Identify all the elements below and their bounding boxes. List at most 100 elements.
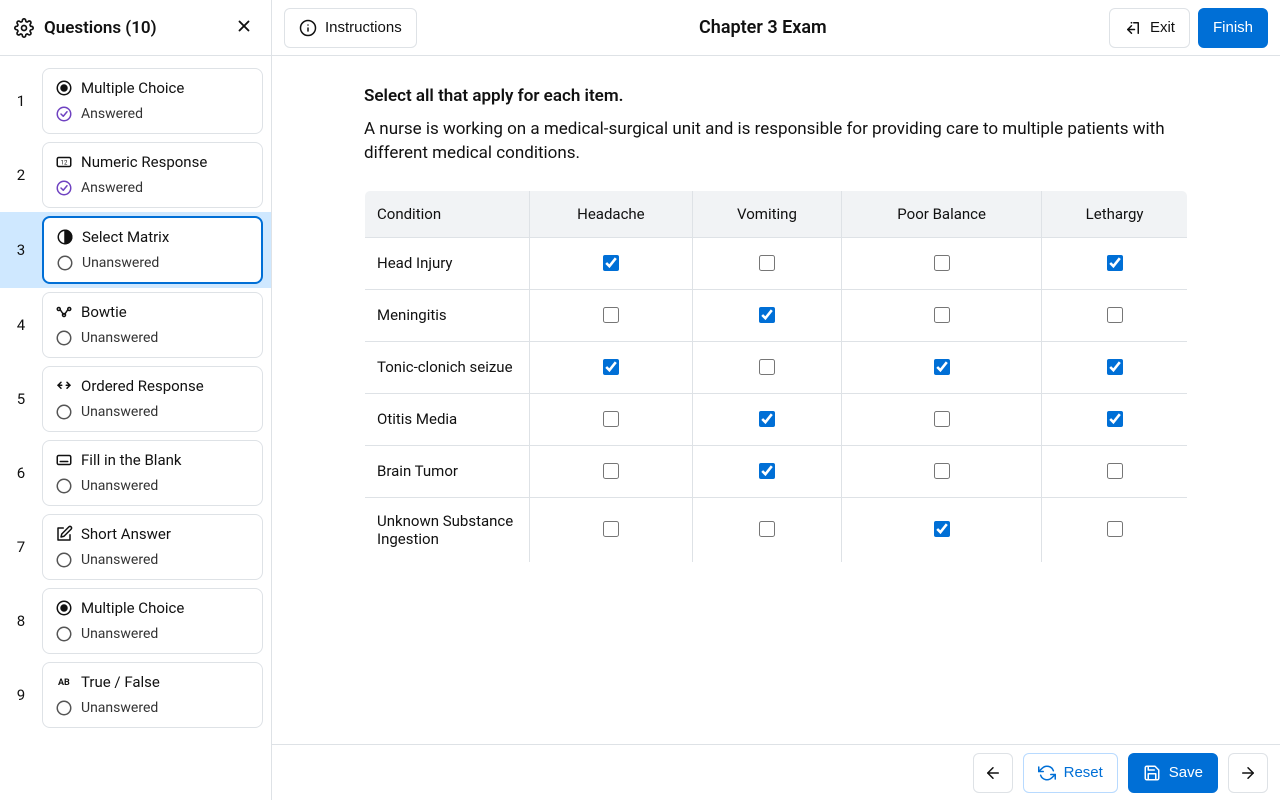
arrow-right-icon — [1239, 764, 1257, 782]
page-title: Chapter 3 Exam — [425, 17, 1101, 38]
matrix-cell — [842, 289, 1042, 341]
matrix-corner-header: Condition — [365, 190, 530, 237]
question-status: Unanswered — [81, 700, 158, 716]
matrix-table: ConditionHeadacheVomitingPoor BalanceLet… — [364, 190, 1188, 563]
matrix-cell — [1042, 393, 1188, 445]
question-status: Unanswered — [81, 478, 158, 494]
matrix-checkbox[interactable] — [1107, 463, 1123, 479]
question-number: 1 — [0, 92, 42, 110]
matrix-cell — [1042, 341, 1188, 393]
matrix-checkbox[interactable] — [603, 411, 619, 427]
matrix-checkbox[interactable] — [603, 521, 619, 537]
matrix-checkbox[interactable] — [934, 307, 950, 323]
matrix-cell — [692, 497, 841, 562]
question-card-6[interactable]: Fill in the Blank Unanswered — [42, 440, 263, 506]
matrix-checkbox[interactable] — [759, 255, 775, 271]
matrix-cell — [692, 289, 841, 341]
ordered-icon — [55, 377, 73, 395]
matrix-cell — [842, 393, 1042, 445]
exit-button[interactable]: Exit — [1109, 8, 1190, 48]
question-card-8[interactable]: Multiple ChoiceUnanswered — [42, 588, 263, 654]
question-type: Bowtie — [81, 303, 127, 321]
matrix-checkbox[interactable] — [1107, 307, 1123, 323]
matrix-checkbox[interactable] — [759, 307, 775, 323]
matrix-column-header: Vomiting — [692, 190, 841, 237]
matrix-cell — [692, 393, 841, 445]
content: Select all that apply for each item. A n… — [272, 56, 1280, 744]
matrix-row-label: Unknown Substance Ingestion — [365, 497, 530, 562]
matrix-checkbox[interactable] — [934, 359, 950, 375]
question-card-7[interactable]: Short AnswerUnanswered — [42, 514, 263, 580]
matrix-checkbox[interactable] — [1107, 411, 1123, 427]
question-row-6: 6Fill in the BlankUnanswered — [0, 436, 271, 510]
topbar: Instructions Chapter 3 Exam Exit Finish — [272, 0, 1280, 56]
prev-button[interactable] — [973, 753, 1013, 793]
answered-icon — [55, 179, 73, 197]
question-number: 3 — [0, 241, 42, 259]
matrix-cell — [530, 445, 693, 497]
matrix-checkbox[interactable] — [759, 463, 775, 479]
short-icon — [55, 525, 73, 543]
matrix-column-header: Poor Balance — [842, 190, 1042, 237]
question-row-4: 4BowtieUnanswered — [0, 288, 271, 362]
question-type: Short Answer — [81, 525, 171, 543]
matrix-checkbox[interactable] — [759, 359, 775, 375]
question-type: Ordered Response — [81, 377, 204, 395]
info-icon — [299, 19, 317, 37]
instructions-button[interactable]: Instructions — [284, 8, 417, 48]
question-card-5[interactable]: Ordered ResponseUnanswered — [42, 366, 263, 432]
matrix-cell — [842, 497, 1042, 562]
bowtie-icon — [55, 303, 73, 321]
matrix-checkbox[interactable] — [759, 521, 775, 537]
question-card-1[interactable]: Multiple ChoiceAnswered — [42, 68, 263, 134]
question-card-2[interactable]: 12Numeric ResponseAnswered — [42, 142, 263, 208]
matrix-checkbox[interactable] — [603, 359, 619, 375]
save-button[interactable]: Save — [1128, 753, 1218, 793]
save-label: Save — [1169, 764, 1203, 781]
matrix-checkbox[interactable] — [934, 255, 950, 271]
question-card-4[interactable]: BowtieUnanswered — [42, 292, 263, 358]
matrix-cell — [530, 237, 693, 289]
question-type: Numeric Response — [81, 153, 207, 171]
unanswered-icon — [55, 551, 73, 569]
numeric-icon: 12 — [55, 153, 73, 171]
close-icon[interactable] — [231, 13, 257, 43]
exit-label: Exit — [1150, 19, 1175, 36]
matrix-checkbox[interactable] — [759, 411, 775, 427]
unanswered-icon — [55, 625, 73, 643]
reset-button[interactable]: Reset — [1023, 753, 1118, 793]
unanswered-icon — [56, 254, 74, 272]
svg-text:AB: AB — [58, 678, 70, 688]
matrix-cell — [842, 237, 1042, 289]
matrix-checkbox[interactable] — [1107, 359, 1123, 375]
next-button[interactable] — [1228, 753, 1268, 793]
radio-icon — [55, 599, 73, 617]
question-number: 5 — [0, 390, 42, 408]
matrix-checkbox[interactable] — [934, 411, 950, 427]
matrix-checkbox[interactable] — [1107, 255, 1123, 271]
table-row: Otitis Media — [365, 393, 1188, 445]
question-type: Select Matrix — [82, 228, 169, 246]
matrix-checkbox[interactable] — [1107, 521, 1123, 537]
question-row-1: 1Multiple ChoiceAnswered — [0, 64, 271, 138]
finish-button[interactable]: Finish — [1198, 8, 1268, 48]
matrix-row-label: Head Injury — [365, 237, 530, 289]
question-type: Fill in the Blank — [81, 451, 182, 469]
reset-label: Reset — [1064, 764, 1103, 781]
question-number: 9 — [0, 686, 42, 704]
matrix-checkbox[interactable] — [934, 463, 950, 479]
matrix-cell — [530, 393, 693, 445]
question-status: Unanswered — [81, 626, 158, 642]
matrix-cell — [692, 237, 841, 289]
question-row-5: 5Ordered ResponseUnanswered — [0, 362, 271, 436]
matrix-checkbox[interactable] — [934, 521, 950, 537]
question-list[interactable]: 1Multiple ChoiceAnswered212Numeric Respo… — [0, 56, 271, 800]
matrix-checkbox[interactable] — [603, 307, 619, 323]
gear-icon — [14, 18, 34, 38]
matrix-checkbox[interactable] — [603, 255, 619, 271]
matrix-row-label: Meningitis — [365, 289, 530, 341]
question-card-9[interactable]: ABTrue / FalseUnanswered — [42, 662, 263, 728]
question-card-3[interactable]: Select MatrixUnanswered — [42, 216, 263, 284]
matrix-checkbox[interactable] — [603, 463, 619, 479]
matrix-row-label: Brain Tumor — [365, 445, 530, 497]
